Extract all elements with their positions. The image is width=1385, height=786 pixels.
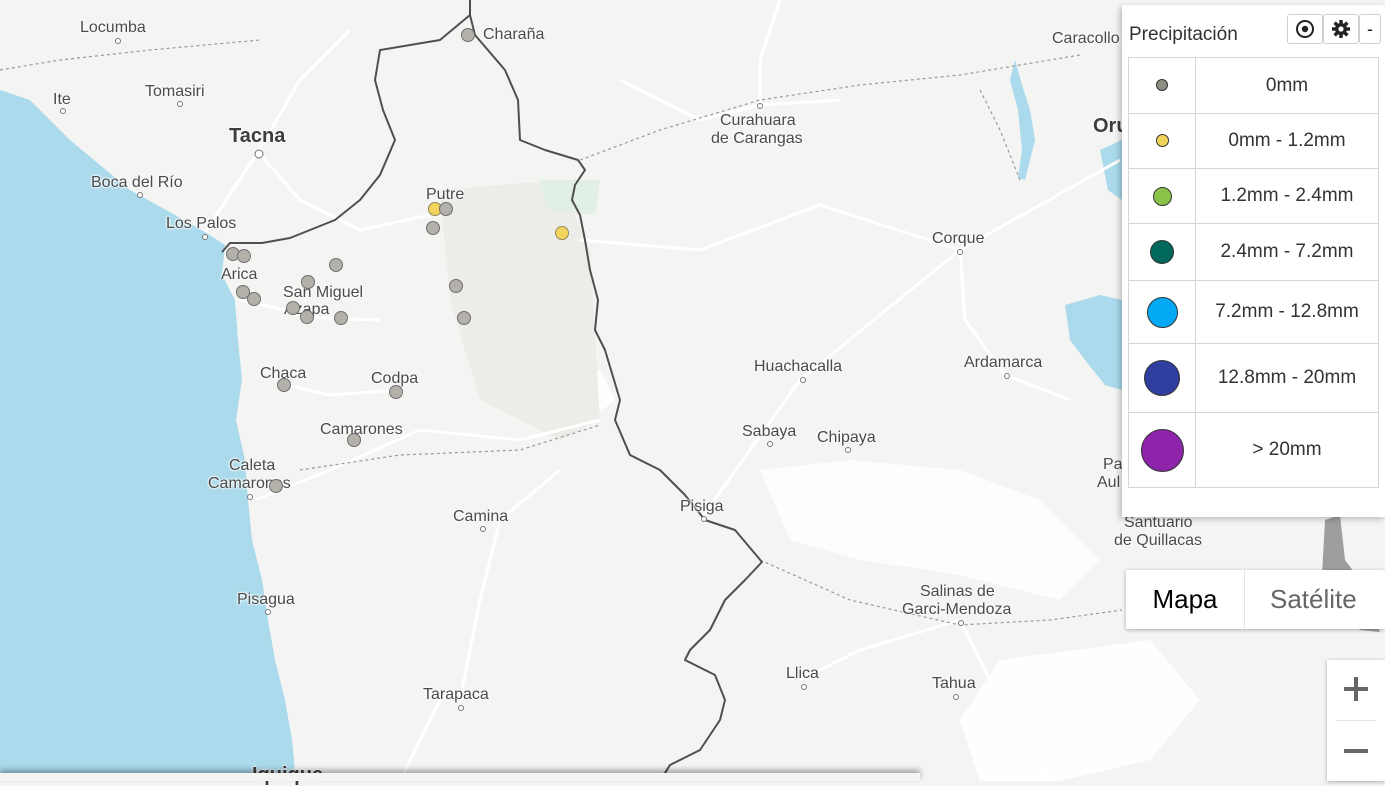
station-marker[interactable] [457,311,471,325]
place-label: de Quillacas [1114,532,1203,549]
legend-row: 1.2mm - 2.4mm [1128,168,1379,224]
legend-table: 0mm 0mm - 1.2mm 1.2mm - 2.4mm 2.4mm - 7.… [1128,57,1379,488]
map-type-satellite-button[interactable]: Satélite [1270,570,1357,629]
map-type-control: Mapa Satélite [1126,570,1385,629]
station-marker[interactable] [237,249,251,263]
legend-row: 2.4mm - 7.2mm [1128,223,1379,281]
place-label: Camina [453,508,509,525]
place-label: Boca del Río [91,174,183,191]
map-type-divider [1244,570,1245,629]
place-label: de Carangas [711,130,803,147]
station-marker[interactable] [555,226,569,240]
collapse-button[interactable]: - [1359,14,1381,44]
place-label: Curahuara [720,112,796,129]
station-marker[interactable] [286,301,300,315]
legend-label: 7.2mm - 12.8mm [1195,280,1379,344]
station-marker[interactable] [449,279,463,293]
place-label: Llica [786,665,819,682]
station-marker[interactable] [461,28,475,42]
station-marker[interactable] [439,202,453,216]
collapse-label: - [1367,18,1373,39]
place-label: Garci-Mendoza [902,601,1012,618]
map-type-map-button[interactable]: Mapa [1126,570,1244,629]
locate-button[interactable] [1287,14,1323,44]
station-marker[interactable] [347,433,361,447]
gear-icon [1332,20,1350,38]
place-label: Chipaya [817,429,876,446]
zoom-out-button[interactable] [1327,722,1385,780]
place-label: Aul [1097,474,1121,491]
legend-row: 7.2mm - 12.8mm [1128,280,1379,344]
lake-poopo [1065,295,1122,390]
legend-label: 2.4mm - 7.2mm [1195,223,1379,281]
station-marker[interactable] [334,311,348,325]
place-label: Pa [1103,456,1123,473]
place-label: Ite [53,91,71,108]
legend-swatch [1144,360,1180,396]
legend-label: 0mm - 1.2mm [1195,113,1379,169]
precipitation-legend: Precipitación - 0mm 0mm - 1.2mm 1.2mm - … [1122,5,1385,517]
river [1010,60,1035,180]
place-label: Los Palos [166,215,237,232]
place-label: Tahua [932,675,976,692]
station-marker[interactable] [247,292,261,306]
place-label: Charaña [483,26,545,43]
legend-swatch [1140,428,1184,472]
place-label: Caleta [229,457,276,474]
station-marker[interactable] [389,385,403,399]
legend-swatch [1150,240,1174,264]
station-marker[interactable] [426,221,440,235]
place-label: Ardamarca [964,354,1043,371]
target-icon [1296,20,1314,38]
ocean [0,90,296,781]
legend-swatch [1156,79,1168,92]
station-marker[interactable] [329,258,343,272]
legend-row: > 20mm [1128,412,1379,488]
legend-label: 0mm [1195,57,1379,114]
place-label: Caracollo [1052,30,1120,47]
place-label: Corque [932,230,985,247]
settings-button[interactable] [1323,14,1359,44]
place-label: Locumba [80,19,146,36]
legend-title: Precipitación [1129,24,1238,45]
place-label: Pisiga [680,498,724,515]
place-label: Sabaya [742,423,797,440]
zoom-in-button[interactable] [1327,660,1385,718]
station-marker[interactable] [269,479,283,493]
station-marker[interactable] [301,275,315,289]
station-marker[interactable] [277,378,291,392]
legend-row: 12.8mm - 20mm [1128,343,1379,413]
place-label: Salinas de [920,583,995,600]
legend-row: 0mm [1128,57,1379,114]
minus-icon [1344,749,1368,753]
legend-label: 12.8mm - 20mm [1195,343,1379,413]
place-label: Tomasiri [145,83,205,100]
place-label: San Miguel [283,284,364,301]
legend-label: > 20mm [1195,412,1379,488]
place-label: Huachacalla [754,358,843,375]
plus-icon [1344,677,1368,701]
place-label: Arica [221,266,258,283]
place-label: Tacna [229,125,286,147]
zoom-divider [1335,720,1377,721]
station-marker[interactable] [300,310,314,324]
place-label: Pisagua [237,591,295,608]
place-label: Camarones [320,421,403,438]
legend-row: 0mm - 1.2mm [1128,113,1379,169]
legend-swatch [1146,296,1178,328]
place-label: Tarapaca [423,686,489,703]
legend-swatch [1155,134,1169,148]
zoom-control [1327,660,1385,781]
bottom-panel-edge [0,773,920,781]
legend-label: 1.2mm - 2.4mm [1195,168,1379,224]
legend-swatch [1152,186,1172,206]
